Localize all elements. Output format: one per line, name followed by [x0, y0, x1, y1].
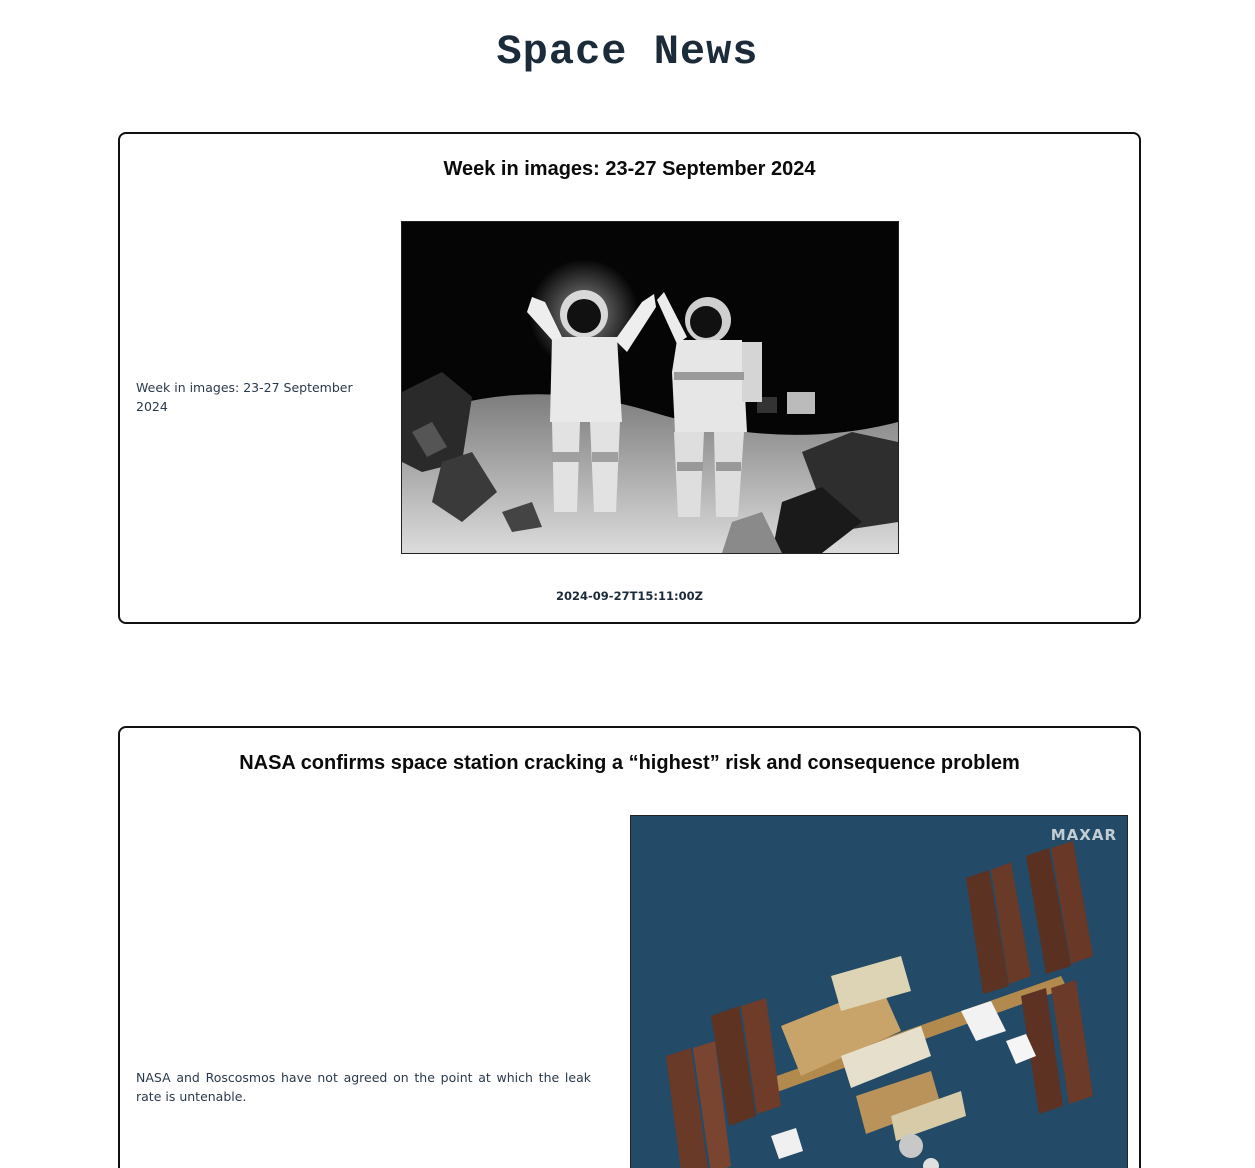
space-station-photo: [631, 816, 1127, 1168]
article-title[interactable]: Week in images: 23-27 September 2024: [120, 158, 1139, 181]
article-description: NASA and Roscosmos have not agreed on th…: [136, 1070, 591, 1104]
article-date: 2024-09-27T15:11:00Z: [556, 589, 703, 603]
news-card: NASA confirms space station cracking a “…: [118, 726, 1141, 1168]
article-image[interactable]: MAXAR: [630, 815, 1128, 1168]
page-title: Space News: [496, 28, 759, 76]
news-card: Week in images: 23-27 September 2024 Wee…: [118, 132, 1141, 624]
astronauts-photo: [402, 222, 898, 553]
article-image[interactable]: [401, 221, 899, 554]
image-watermark: MAXAR: [1050, 826, 1117, 844]
article-description: Week in images: 23-27 September 2024: [136, 380, 353, 414]
article-title[interactable]: NASA confirms space station cracking a “…: [120, 752, 1139, 775]
